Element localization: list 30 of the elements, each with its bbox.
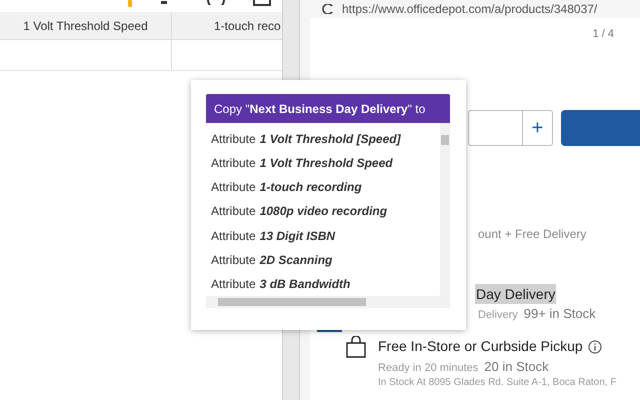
image-counter: 1 / 4 [592, 27, 614, 42]
shipping-note: ount + Free Delivery [478, 227, 586, 241]
pickup-ready: Ready in 20 minutes [378, 361, 478, 376]
attribute-option[interactable]: Attribute 1 Volt Threshold Speed [206, 151, 440, 176]
info-icon[interactable] [588, 340, 602, 354]
minus-icon[interactable] [161, 1, 167, 4]
attribute-option[interactable]: Attribute 1080p video recording [206, 199, 440, 224]
delivery-detail: Delivery [478, 308, 518, 323]
attribute-option[interactable]: Attribute 2D Scanning [206, 248, 440, 272]
popup-title: Copy "Next Business Day Delivery" to [206, 94, 450, 123]
attribute-option[interactable]: Attribute 3 dB Bandwidth [206, 272, 440, 296]
stock-count: 20 in Stock [484, 358, 549, 376]
delivery-title: Day Delivery [475, 284, 556, 304]
horizontal-scrollbar[interactable] [206, 296, 450, 308]
vertical-scrollbar[interactable] [440, 123, 450, 296]
reload-icon[interactable] [322, 4, 334, 14]
add-to-cart-button[interactable] [561, 110, 640, 146]
pickup-title: Free In-Store or Curbside Pickup [378, 337, 583, 356]
column-header[interactable]: 1-touch reco [172, 12, 282, 39]
attribute-option[interactable]: Attribute 13 Digit ISBN [206, 224, 440, 248]
store-address: In Stock At 8095 Glades Rd. Suite A-1, Boca Raton, F [378, 376, 616, 388]
shopping-bag-icon [346, 336, 366, 358]
quantity-field[interactable]: + [468, 110, 553, 146]
stock-count: 99+ in Stock [524, 305, 596, 323]
increment-button[interactable]: + [522, 111, 552, 145]
attribute-option[interactable]: Attribute 1-touch recording [206, 175, 440, 200]
column-header[interactable]: 1 Volt Threshold Speed [0, 12, 172, 39]
attribute-option[interactable]: Attribute 1 Volt Threshold [Speed] [206, 127, 440, 152]
url-text[interactable]: https://www.officedepot.com/a/products/348037/ [342, 0, 598, 18]
box-icon[interactable] [253, 0, 271, 6]
